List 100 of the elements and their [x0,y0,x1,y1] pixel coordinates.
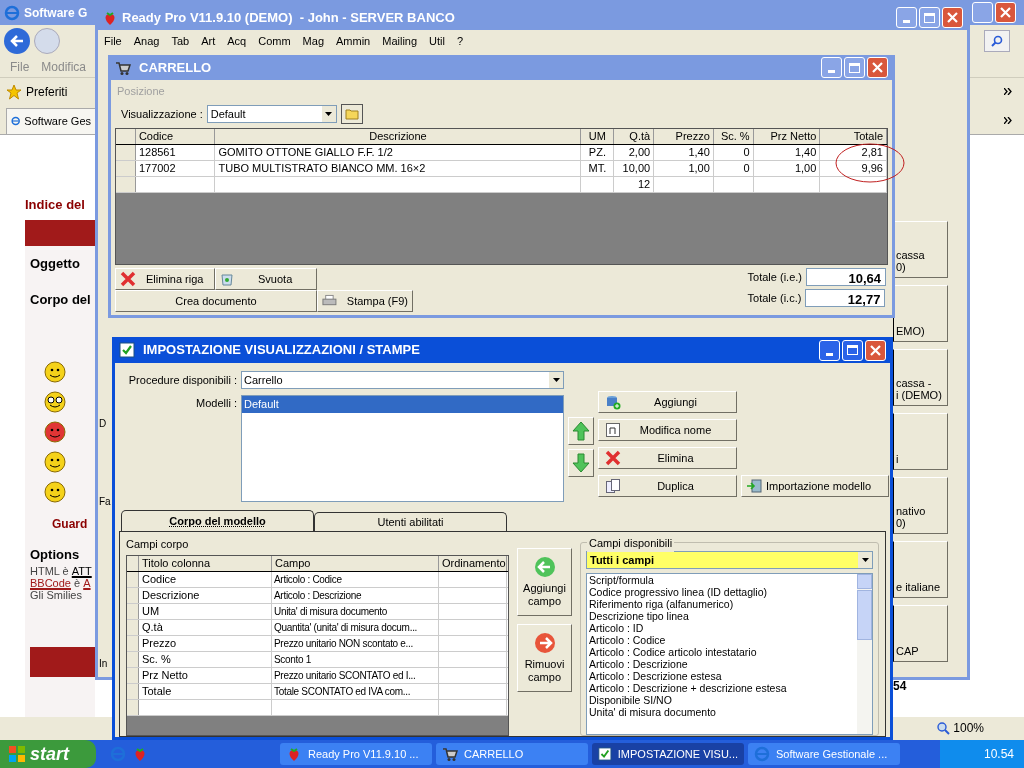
maximize-button[interactable] [842,339,863,361]
minimize-button[interactable] [819,339,840,361]
menu-item[interactable]: Acq [227,32,247,50]
table-cell: 12 [614,177,655,192]
tab[interactable]: Utenti abilitati [314,512,507,531]
menu-item[interactable]: Art [201,32,216,50]
menu-item[interactable]: Tab [171,32,190,50]
column-header[interactable]: Titolo colonna [139,555,272,571]
option-link[interactable]: ATT [71,564,92,577]
remove-field-button[interactable]: Rimuovi campo [517,624,572,692]
close-button[interactable] [867,57,888,78]
filter-dropdown[interactable]: Tutti i campi [586,551,873,569]
bin-icon [220,272,234,286]
import-model-button[interactable]: Importazione modello [741,475,889,497]
list-item[interactable]: Descrizione tipo linea [589,610,689,622]
menu-item[interactable]: ? [457,32,464,50]
list-item[interactable]: Articolo : Codice articolo intestatario [589,646,757,658]
menu-item[interactable]: Ammin [336,32,371,50]
list-item[interactable]: Articolo : Descrizione [589,658,688,670]
list-item[interactable]: Codice progressivo linea (ID dettaglio) [589,586,767,598]
close-button[interactable] [865,339,886,361]
column-header[interactable]: Descrizione [215,129,582,144]
back-button[interactable] [4,27,30,54]
column-header[interactable]: Codice [135,129,216,144]
tile-button[interactable]: e italiane [893,541,948,598]
action-button[interactable]: Modifica nome [598,419,737,441]
column-header[interactable]: Q.tà [614,129,655,144]
chevron-icon[interactable] [1004,116,1012,124]
option-link[interactable]: BBCode [30,576,71,589]
menu-item[interactable]: Comm [258,32,291,50]
action-button[interactable]: Aggiungi [598,391,737,413]
option-link[interactable]: A [83,576,91,589]
tile-button[interactable]: EMO) [893,285,948,342]
menu-item[interactable]: File [104,32,122,50]
models-list[interactable]: Default [241,395,564,502]
move-up-button[interactable] [568,416,594,445]
menu-item[interactable]: Anag [133,32,160,50]
column-header[interactable]: Prz Netto [753,129,821,144]
scrollbar[interactable] [857,574,872,734]
start-button[interactable]: start [0,740,96,768]
list-item[interactable]: Articolo : Descrizione estesa [589,670,722,682]
action-button[interactable]: Duplica [598,475,737,497]
menu-item[interactable]: Util [429,32,445,50]
list-item[interactable]: Default [242,396,563,413]
table-cell: 0 [713,161,754,176]
guard-link[interactable]: Guard [30,515,95,533]
create-document-button[interactable]: Crea documento [115,290,317,312]
tile-button[interactable]: CAP [893,605,948,662]
move-down-button[interactable] [568,448,594,477]
browser-tab[interactable]: Software Ges [6,107,96,134]
procedure-dropdown[interactable]: Carrello [241,371,564,389]
table-cell: 2,00 [614,145,655,160]
close-button[interactable] [995,2,1016,24]
copy-icon [605,478,621,494]
column-header[interactable]: Prezzo [654,129,714,144]
table-cell: Prz Netto [139,667,272,683]
tab[interactable]: Corpo del modello [121,510,314,531]
chevron-icon[interactable] [1004,88,1012,96]
add-field-button[interactable]: Aggiungi campo [517,548,572,616]
table-cell: Prezzo unitario SCONTATO ed I... [272,667,439,683]
list-item[interactable]: Articolo : Codice [589,634,666,646]
taskbar-button[interactable]: CARRELLO [436,743,588,765]
tile-button[interactable]: cassa - i (DEMO) [893,349,948,406]
column-header[interactable]: Campo [272,555,439,571]
close-button[interactable] [942,7,963,28]
restore-button[interactable] [972,2,993,24]
table-cell: Totale SCONTATO ed IVA com... [272,683,439,699]
field-label: Oggetto [30,255,81,273]
empty-button[interactable]: Svuota [215,268,317,290]
menu-item[interactable]: Mag [302,32,324,50]
action-button[interactable]: Elimina [598,447,737,469]
table-cell: Sc. % [139,651,272,667]
column-header[interactable]: Totale [820,129,887,144]
column-header[interactable]: UM [581,129,615,144]
taskbar-button[interactable]: Software Gestionale ... [748,743,900,765]
tile-button[interactable]: i [893,413,948,470]
print-button[interactable]: Stampa (F9) [317,290,413,312]
menu-item[interactable]: Mailing [382,32,418,50]
column-header[interactable]: Ordinamento [439,555,507,571]
tile-button[interactable]: cassa 0) [893,221,948,278]
delete-row-button[interactable]: Elimina riga [115,268,215,290]
printer-icon [322,294,337,308]
list-item[interactable]: Script/formula [589,574,654,586]
taskbar-button[interactable]: IMPOSTAZIONE VISU... [592,743,744,765]
tile-button[interactable]: nativo 0) [893,477,948,534]
favorites-button[interactable]: Preferiti [26,82,68,101]
list-item[interactable]: Unita' di misura documento [589,706,716,718]
taskbar-button[interactable]: Ready Pro V11.9.10 ... [280,743,432,765]
list-item[interactable]: Articolo : Descrizione + descrizione estesa [589,682,787,694]
table-cell: Unita' di misura documento [272,603,439,619]
column-header[interactable]: Sc. % [713,129,754,144]
folder-button[interactable] [340,104,363,124]
view-dropdown[interactable]: Default [206,105,337,123]
search-button[interactable] [984,29,1010,52]
window-title: CARRELLO [139,58,212,77]
list-item[interactable]: Riferimento riga (alfanumerico) [589,598,734,610]
list-item[interactable]: Disponibile SI/NO [589,694,672,706]
list-item[interactable]: Articolo : ID [589,622,644,634]
zoom-level[interactable]: 100% [953,719,984,738]
zoom-icon[interactable] [937,721,951,735]
